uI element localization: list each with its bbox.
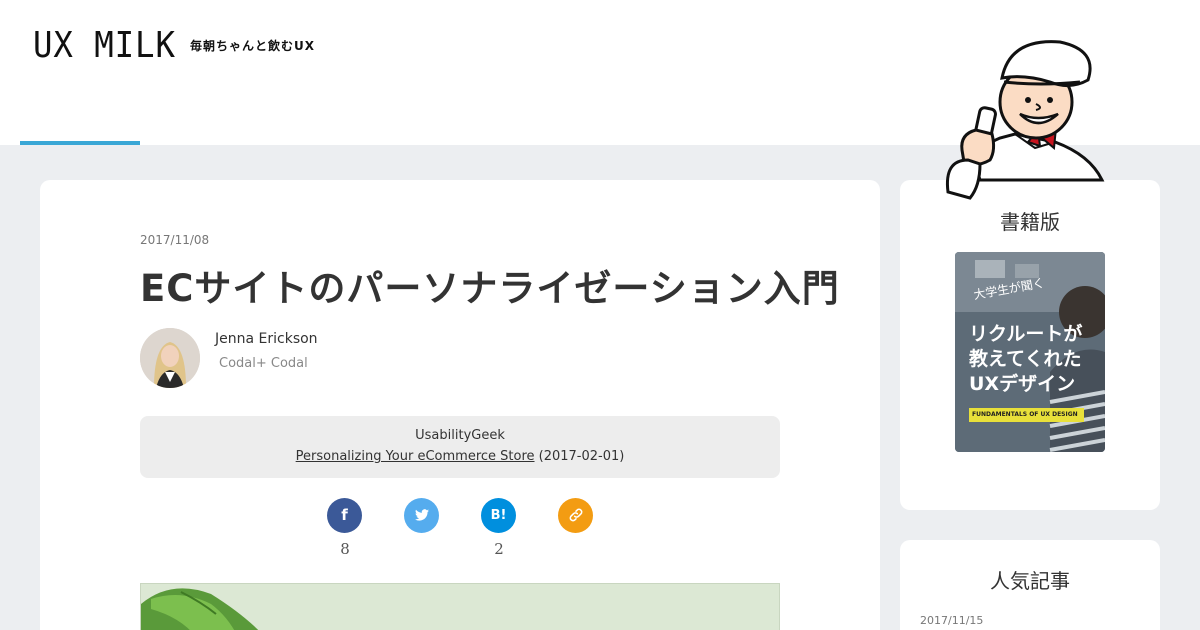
- article-date: 2017/11/08: [140, 233, 210, 247]
- book-label: FUNDAMENTALS OF UX DESIGN: [969, 408, 1084, 422]
- ranking-heading: 人気記事: [990, 569, 1070, 593]
- author-name[interactable]: Jenna Erickson: [215, 331, 318, 347]
- book-card: 書籍版 大学生が聞く リクルートが 教えてくれた UXデザイン FUNDAMEN…: [900, 180, 1160, 510]
- article-card: 2017/11/08 ECサイトのパーソナライゼーション入門 Jenna Eri…: [40, 180, 880, 630]
- article-title: ECサイトのパーソナライゼーション入門: [140, 267, 840, 310]
- author-photo-icon: [140, 328, 200, 388]
- share-link: [558, 498, 594, 558]
- author-org: Codal+ Codal: [219, 356, 308, 371]
- source-line: Personalizing Your eCommerce Store (2017…: [140, 449, 780, 464]
- link-share-count: [558, 540, 594, 558]
- hatena-share-count: 2: [494, 540, 504, 558]
- author-avatar[interactable]: [140, 328, 200, 388]
- active-nav-indicator: [20, 141, 140, 145]
- hero-leaf-image-icon: [141, 588, 259, 630]
- link-icon: [569, 508, 582, 522]
- facebook-share-count: 8: [340, 540, 350, 558]
- hatena-icon: B!: [490, 508, 507, 523]
- source-box: UsabilityGeek Personalizing Your eCommer…: [140, 416, 780, 478]
- twitter-share-count: [404, 540, 440, 558]
- article-hero-image: [140, 583, 780, 630]
- share-facebook: f 8: [327, 498, 363, 558]
- milkman-mascot-icon: [945, 40, 1105, 200]
- facebook-icon: f: [341, 506, 348, 524]
- copy-link-button[interactable]: [558, 498, 593, 533]
- site-tagline: 毎朝ちゃんと飲むUX: [190, 39, 315, 53]
- source-date: (2017-02-01): [538, 449, 625, 464]
- facebook-share-button[interactable]: f: [327, 498, 362, 533]
- twitter-icon: [414, 509, 429, 521]
- ranking-item-date: 2017/11/15: [920, 614, 984, 627]
- site-logo[interactable]: UX MILK: [33, 26, 176, 66]
- hatena-share-button[interactable]: B!: [481, 498, 516, 533]
- share-twitter: [404, 498, 440, 558]
- ranking-card: 人気記事 2017/11/15: [900, 540, 1160, 630]
- share-hatena: B! 2: [481, 498, 517, 558]
- book-heading: 書籍版: [1000, 210, 1060, 234]
- book-title: リクルートが 教えてくれた UXデザイン: [969, 323, 1083, 395]
- source-name: UsabilityGeek: [415, 428, 505, 443]
- book-cover[interactable]: 大学生が聞く リクルートが 教えてくれた UXデザイン FUNDAMENTALS…: [955, 252, 1105, 452]
- twitter-share-button[interactable]: [404, 498, 439, 533]
- source-link[interactable]: Personalizing Your eCommerce Store: [296, 449, 535, 464]
